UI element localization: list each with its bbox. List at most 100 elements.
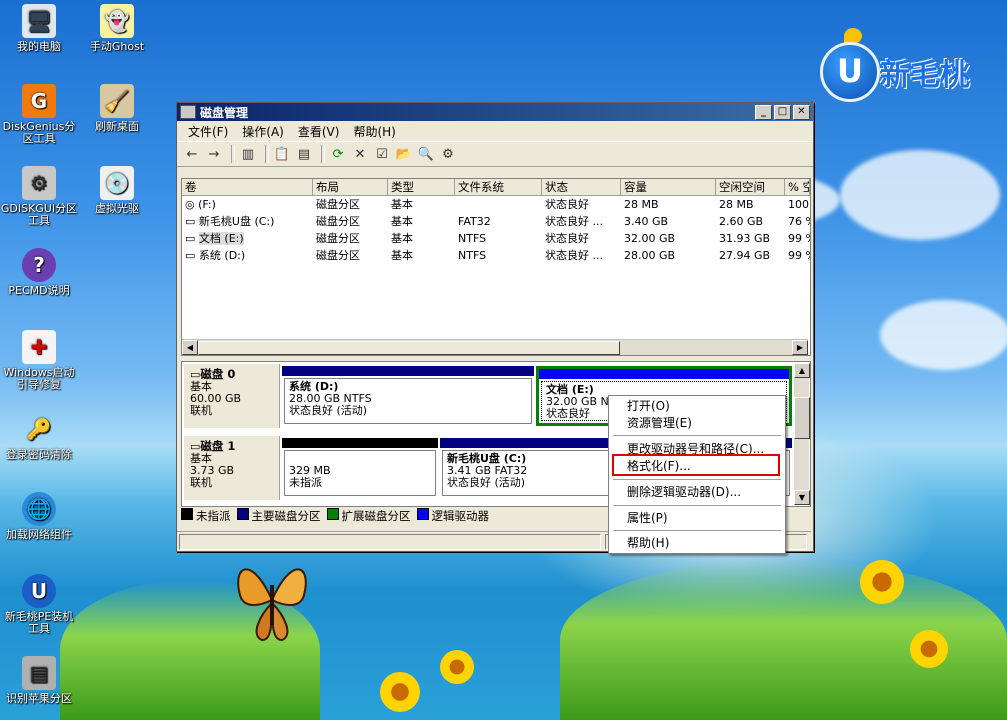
- desktop-icon-label: 刷新桌面: [95, 120, 139, 133]
- desktop-icon-label: 识别苹果分区: [6, 692, 72, 705]
- desktop-icon-virtual-cd[interactable]: 💿 虚拟光驱: [78, 166, 156, 215]
- menu-item-properties[interactable]: 属性(P): [627, 510, 668, 526]
- column-header-status[interactable]: 状态: [542, 179, 621, 195]
- menu-item-explore[interactable]: 资源管理(E): [627, 415, 692, 431]
- cell-status: 状态良好: [545, 198, 589, 211]
- vertical-scrollbar[interactable]: ▲ ▼: [794, 363, 810, 505]
- menu-help[interactable]: 帮助(H): [346, 123, 402, 140]
- forward-icon[interactable]: →: [205, 145, 223, 163]
- scroll-thumb[interactable]: [198, 341, 620, 355]
- logo-mark: U: [820, 42, 880, 102]
- cell-filesystem: NTFS: [458, 232, 487, 245]
- desktop-icon-apple-partition[interactable]: ▤ 识别苹果分区: [0, 656, 78, 705]
- disk-state: 联机: [190, 476, 212, 489]
- desktop-icon-ghost[interactable]: 👻 手动Ghost: [78, 4, 156, 53]
- pane-icon[interactable]: ▤: [295, 145, 313, 163]
- cell-volume: 系统 (D:): [198, 249, 246, 262]
- partition-bar: [539, 369, 789, 379]
- table-row[interactable]: ▭ 文档 (E:) 磁盘分区 基本 NTFS 状态良好 32.00 GB 31.…: [182, 230, 810, 247]
- scroll-down-arrow[interactable]: ▼: [794, 490, 810, 505]
- partition-system-d[interactable]: 系统 (D:) 28.00 GB NTFS 状态良好 (活动): [282, 366, 534, 426]
- settings-icon[interactable]: ⚙: [439, 145, 457, 163]
- scroll-up-arrow[interactable]: ▲: [794, 363, 810, 378]
- brand-logo: U 新毛桃: [820, 28, 1000, 102]
- cell-percent: 100 %: [788, 198, 810, 211]
- ghost-icon: 👻: [100, 4, 134, 38]
- cloud: [840, 150, 1000, 240]
- cell-filesystem: FAT32: [458, 215, 491, 228]
- toolbar-separator: [265, 145, 269, 163]
- partition-status: 状态良好 (活动): [289, 404, 368, 417]
- toolbar-separator: [231, 145, 235, 163]
- legend-swatch: [181, 508, 193, 520]
- close-button[interactable]: ✕: [793, 104, 810, 120]
- maximize-button[interactable]: □: [774, 104, 791, 120]
- menu-item-help[interactable]: 帮助(H): [627, 535, 669, 551]
- title-bar[interactable]: 磁盘管理 _ □ ✕: [177, 103, 813, 121]
- column-header-free[interactable]: 空闲空间: [716, 179, 785, 195]
- desktop-icon-boot-repair[interactable]: ✚ Windows启动引导修复: [0, 330, 78, 391]
- properties-icon[interactable]: 📋: [273, 145, 291, 163]
- desktop-icon-gdisk[interactable]: ⚙ GDISKGUI分区工具: [0, 166, 78, 227]
- column-header-layout[interactable]: 布局: [313, 179, 388, 195]
- partition-status: 状态良好 (活动): [447, 476, 526, 489]
- window-icon: [180, 105, 196, 119]
- cell-volume: 文档 (E:): [198, 232, 244, 245]
- table-row[interactable]: ▭ 系统 (D:) 磁盘分区 基本 NTFS 状态良好 ... 28.00 GB…: [182, 247, 810, 264]
- menu-separator: [613, 505, 781, 506]
- desktop-icon-label: Windows启动引导修复: [3, 366, 75, 391]
- cell-filesystem: NTFS: [458, 249, 487, 262]
- drive-icon: ▭: [185, 249, 196, 262]
- cell-percent: 99 %: [788, 232, 810, 245]
- column-header-volume[interactable]: 卷: [182, 179, 313, 195]
- column-header-type[interactable]: 类型: [388, 179, 455, 195]
- menu-file[interactable]: 文件(F): [181, 123, 235, 140]
- menu-item-delete-logical-drive[interactable]: 删除逻辑驱动器(D)...: [627, 484, 741, 500]
- refresh-icon[interactable]: ⟳: [329, 145, 347, 163]
- partition-unallocated[interactable]: 329 MB 未指派: [282, 438, 438, 498]
- horizontal-scrollbar[interactable]: ◀ ▶: [182, 339, 808, 355]
- flower: [910, 630, 948, 668]
- scroll-thumb[interactable]: [794, 397, 810, 439]
- menu-item-open[interactable]: 打开(O): [627, 398, 670, 414]
- menu-action[interactable]: 操作(A): [235, 123, 291, 140]
- minimize-button[interactable]: _: [755, 104, 772, 120]
- highlight-box: [612, 454, 780, 476]
- desktop-icon-network[interactable]: 🌐 加载网络组件: [0, 492, 78, 541]
- cell-status: 状态良好: [545, 232, 589, 245]
- column-header-filesystem[interactable]: 文件系统: [455, 179, 542, 195]
- open-folder-icon[interactable]: 📂: [395, 145, 413, 163]
- broom-icon: 🧹: [100, 84, 134, 118]
- desktop-icon-label: PECMD说明: [8, 284, 70, 297]
- scroll-right-arrow[interactable]: ▶: [792, 340, 808, 355]
- disk-1-label[interactable]: ▭磁盘 1 基本 3.73 GB 联机: [184, 436, 280, 500]
- desktop-icon-refresh[interactable]: 🧹 刷新桌面: [78, 84, 156, 133]
- cell-free: 27.94 GB: [719, 249, 771, 262]
- cell-capacity: 28 MB: [624, 198, 659, 211]
- desktop-icon-password-clear[interactable]: 🔑 登录密码清除: [0, 412, 78, 461]
- column-header-capacity[interactable]: 容量: [621, 179, 716, 195]
- desktop-icon-diskgenius[interactable]: G DiskGenius分区工具: [0, 84, 78, 145]
- table-row[interactable]: ▭ 新毛桃U盘 (C:) 磁盘分区 基本 FAT32 状态良好 ... 3.40…: [182, 213, 810, 230]
- check-icon[interactable]: ☑: [373, 145, 391, 163]
- gdisk-icon: ⚙: [22, 166, 56, 200]
- desktop-icon-my-computer[interactable]: 🖥 我的电脑: [0, 4, 78, 53]
- delete-icon[interactable]: ✕: [351, 145, 369, 163]
- desktop-icon-pe-install[interactable]: U 新毛桃PE装机工具: [0, 574, 78, 635]
- back-icon[interactable]: ←: [183, 145, 201, 163]
- column-header-percent[interactable]: % 空: [785, 179, 810, 195]
- cell-type: 基本: [391, 198, 413, 211]
- disk-0-label[interactable]: ▭磁盘 0 基本 60.00 GB 联机: [184, 364, 280, 428]
- cell-type: 基本: [391, 249, 413, 262]
- key-icon: 🔑: [26, 417, 52, 441]
- scroll-left-arrow[interactable]: ◀: [182, 340, 198, 355]
- table-row[interactable]: ◎ (F:) 磁盘分区 基本 状态良好 28 MB 28 MB 100 %: [182, 196, 810, 213]
- desktop-icon-pecmd[interactable]: ? PECMD说明: [0, 248, 78, 297]
- status-cell: [179, 534, 601, 550]
- search-icon[interactable]: 🔍: [417, 145, 435, 163]
- show-hide-tree-icon[interactable]: ▥: [239, 145, 257, 163]
- disk-state: 联机: [190, 404, 212, 417]
- cell-free: 28 MB: [719, 198, 754, 211]
- butterfly-image: [237, 568, 307, 641]
- menu-view[interactable]: 查看(V): [291, 123, 347, 140]
